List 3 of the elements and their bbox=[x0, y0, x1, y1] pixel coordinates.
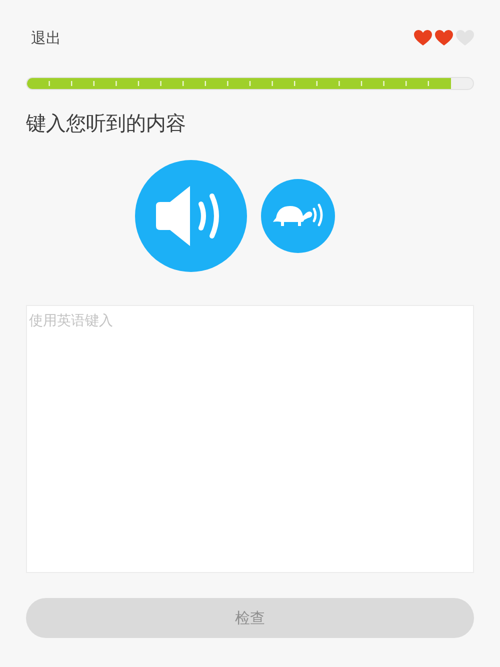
answer-field[interactable]: 使用英语键入 bbox=[26, 305, 474, 573]
prompt-title: 键入您听到的内容 bbox=[26, 110, 187, 137]
quit-button[interactable]: 退出 bbox=[31, 28, 61, 48]
